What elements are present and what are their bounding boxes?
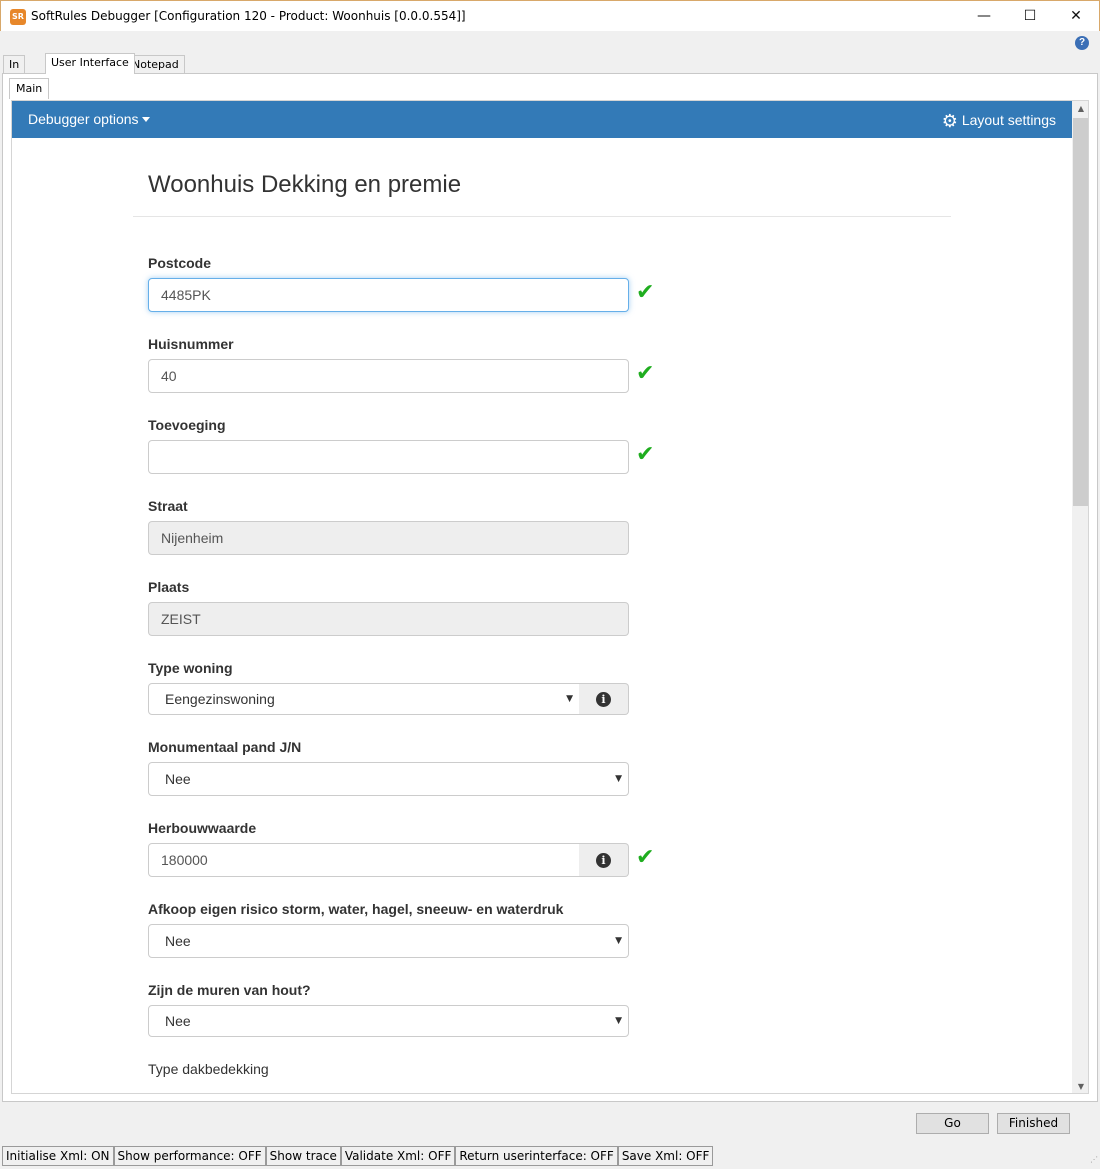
layout-settings-button[interactable]: ⚙ Layout settings (942, 111, 1056, 132)
tab-user-interface[interactable]: User Interface (45, 53, 135, 74)
monumentaal-value: Nee (165, 771, 191, 787)
scroll-thumb[interactable] (1073, 118, 1088, 506)
dropdown-arrow-icon: ▼ (615, 1016, 622, 1026)
muren-hout-label: Zijn de muren van hout? (148, 982, 311, 998)
dropdown-arrow-icon: ▼ (615, 936, 622, 946)
herbouwwaarde-input[interactable]: 180000 (148, 843, 580, 877)
type-woning-value: Eengezinswoning (165, 691, 275, 707)
herbouwwaarde-label: Herbouwwaarde (148, 820, 257, 836)
minimize-button[interactable]: — (961, 1, 1007, 32)
type-woning-info-button[interactable]: i (579, 683, 629, 715)
status-show-trace[interactable]: Show trace (265, 1146, 341, 1166)
muren-hout-select[interactable]: Nee ▼ (148, 1005, 629, 1037)
info-icon: i (596, 853, 611, 868)
dropdown-arrow-icon: ▼ (566, 694, 573, 704)
page-title: Woonhuis Dekking en premie (148, 171, 462, 198)
finished-button[interactable]: Finished (997, 1113, 1070, 1134)
divider (133, 216, 951, 217)
scroll-up-arrow-icon[interactable]: ▲ (1072, 101, 1088, 117)
toevoeging-label: Toevoeging (148, 417, 226, 433)
monumentaal-select[interactable]: Nee ▼ (148, 762, 629, 796)
caret-down-icon (141, 117, 150, 122)
postcode-label: Postcode (148, 255, 212, 271)
scroll-down-arrow-icon[interactable]: ▼ (1072, 1079, 1088, 1093)
plaats-label: Plaats (148, 579, 190, 595)
valid-check-icon: ✔ (636, 442, 655, 467)
maximize-button[interactable]: ☐ (1007, 1, 1053, 32)
valid-check-icon: ✔ (636, 280, 655, 305)
close-button[interactable]: ✕ (1053, 1, 1099, 32)
status-save-xml[interactable]: Save Xml: OFF (617, 1146, 714, 1166)
go-button[interactable]: Go (916, 1113, 989, 1134)
toevoeging-input[interactable] (148, 440, 629, 474)
title-bar: SR SoftRules Debugger [Configuration 120… (0, 0, 1100, 31)
plaats-field: ZEIST (148, 602, 629, 636)
tab-main[interactable]: Main (9, 78, 50, 99)
resize-grip-icon[interactable]: ⋰ (1090, 1155, 1098, 1164)
afkoop-value: Nee (165, 933, 191, 949)
navbar: Debugger options ⚙ Layout settings (12, 101, 1072, 138)
web-view: Debugger options ⚙ Layout settings ▲ ▼ Wo… (11, 100, 1089, 1094)
dakbedekking-label: Type dakbedekking (148, 1061, 269, 1077)
postcode-input[interactable]: 4485PK (148, 278, 629, 312)
info-icon: i (596, 692, 611, 707)
debugger-options-dropdown[interactable]: Debugger options (28, 111, 150, 127)
valid-check-icon: ✔ (636, 361, 655, 386)
type-woning-select[interactable]: Eengezinswoning ▼ (148, 683, 580, 715)
help-icon[interactable]: ? (1075, 36, 1089, 50)
app-icon: SR (10, 9, 26, 25)
herbouwwaarde-info-button[interactable]: i (579, 843, 629, 877)
window-title: SoftRules Debugger [Configuration 120 - … (31, 9, 466, 23)
afkoop-select[interactable]: Nee ▼ (148, 924, 629, 958)
type-woning-label: Type woning (148, 660, 233, 676)
straat-field: Nijenheim (148, 521, 629, 555)
status-validate-xml[interactable]: Validate Xml: OFF (340, 1146, 456, 1166)
muren-hout-value: Nee (165, 1013, 191, 1029)
status-initialise-xml[interactable]: Initialise Xml: ON (2, 1146, 114, 1166)
dropdown-arrow-icon: ▼ (615, 774, 622, 784)
monumentaal-label: Monumentaal pand J/N (148, 739, 302, 755)
status-bar: Initialise Xml: ON Show performance: OFF S… (2, 1146, 1098, 1168)
huisnummer-label: Huisnummer (148, 336, 234, 352)
layout-settings-label: Layout settings (961, 112, 1056, 128)
huisnummer-input[interactable]: 40 (148, 359, 629, 393)
debugger-options-label: Debugger options (28, 111, 139, 127)
gear-icon: ⚙ (941, 111, 958, 132)
status-return-userinterface[interactable]: Return userinterface: OFF (455, 1146, 618, 1166)
afkoop-label: Afkoop eigen risico storm, water, hagel,… (148, 901, 564, 917)
tab-in[interactable]: In (3, 55, 26, 74)
valid-check-icon: ✔ (636, 845, 655, 870)
vertical-scrollbar[interactable]: ▲ ▼ (1072, 101, 1088, 1093)
straat-label: Straat (148, 498, 188, 514)
status-show-performance[interactable]: Show performance: OFF (113, 1146, 266, 1166)
